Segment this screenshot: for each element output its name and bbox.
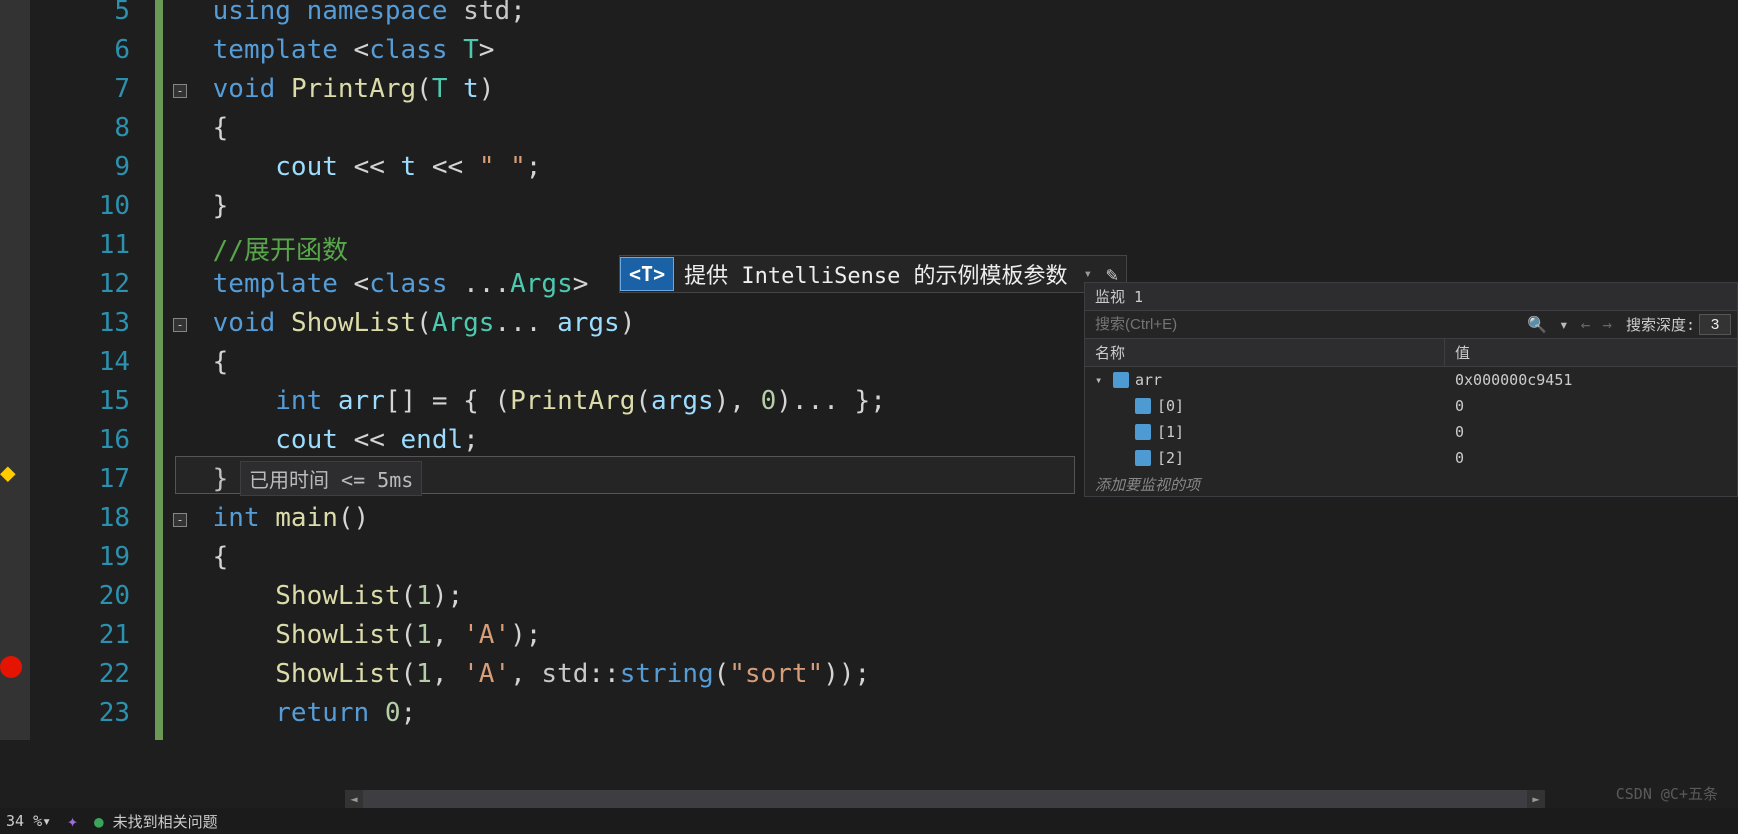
zoom-level[interactable]: 34 % ▾ bbox=[6, 812, 51, 830]
scroll-right-icon[interactable]: ► bbox=[1527, 790, 1545, 808]
fold-toggle-icon[interactable]: - bbox=[173, 84, 187, 98]
code-line[interactable]: ShowList(1); bbox=[197, 581, 463, 611]
watch-panel[interactable]: 监视 1 🔍 ▾ ← → 搜索深度: 名称 值 ▾ arr 0x000000c945… bbox=[1084, 282, 1738, 497]
line-number: 19 bbox=[30, 542, 130, 572]
line-number: 18 bbox=[30, 503, 130, 533]
nav-back-icon: ← bbox=[1575, 315, 1597, 334]
horizontal-scrollbar[interactable]: ◄ ► bbox=[345, 790, 1545, 808]
line-number: 20 bbox=[30, 581, 130, 611]
code-line[interactable]: cout << endl; bbox=[197, 425, 479, 455]
watch-panel-title: 监视 1 bbox=[1085, 283, 1737, 311]
line-number: 9 bbox=[30, 152, 130, 182]
code-line[interactable]: template <class T> bbox=[197, 35, 494, 65]
variable-icon bbox=[1113, 372, 1129, 388]
watch-search-input[interactable] bbox=[1091, 314, 1521, 335]
code-line[interactable]: int main() bbox=[197, 503, 369, 533]
search-depth-label: 搜索深度: bbox=[1626, 314, 1695, 335]
code-line[interactable]: void PrintArg(T t) bbox=[197, 74, 494, 104]
watch-var-name: arr bbox=[1135, 371, 1162, 389]
line-number: 22 bbox=[30, 659, 130, 689]
line-number: 10 bbox=[30, 191, 130, 221]
watch-var-value: 0 bbox=[1445, 421, 1737, 443]
variable-icon bbox=[1135, 398, 1151, 414]
expand-icon[interactable]: ▾ bbox=[1095, 373, 1109, 387]
nav-forward-icon: → bbox=[1596, 315, 1618, 334]
watch-col-value[interactable]: 值 bbox=[1445, 339, 1737, 366]
fold-toggle-icon[interactable]: - bbox=[173, 513, 187, 527]
code-line[interactable]: ShowList(1, 'A'); bbox=[197, 620, 541, 650]
search-depth-input[interactable] bbox=[1699, 314, 1731, 335]
code-line[interactable]: ShowList(1, 'A', std::string("sort")); bbox=[197, 659, 870, 689]
line-number: 6 bbox=[30, 35, 130, 65]
scroll-left-icon[interactable]: ◄ bbox=[345, 790, 363, 808]
breakpoint-icon[interactable] bbox=[0, 656, 22, 678]
line-number: 11 bbox=[30, 230, 130, 260]
line-number: 23 bbox=[30, 698, 130, 728]
watch-toolbar: 🔍 ▾ ← → 搜索深度: bbox=[1085, 311, 1737, 339]
watch-rows: ▾ arr 0x000000c9451 [0] 0 [1] 0 [2] 0 bbox=[1085, 367, 1737, 471]
execution-pointer-icon: ◆ bbox=[0, 458, 16, 488]
chevron-down-icon[interactable]: ▾ bbox=[1078, 266, 1098, 282]
breakpoint-margin[interactable]: ◆ bbox=[0, 0, 30, 740]
line-number: 14 bbox=[30, 347, 130, 377]
watch-var-value: 0x000000c9451 bbox=[1445, 369, 1737, 391]
line-number: 21 bbox=[30, 620, 130, 650]
code-line[interactable]: template <class ...Args> bbox=[197, 269, 588, 299]
line-number: 8 bbox=[30, 113, 130, 143]
watch-row[interactable]: [1] 0 bbox=[1085, 419, 1737, 445]
line-number-gutter: 5 6 7 8 9 10 11 12 13 14 15 16 17 18 19 20 21 22 23 bbox=[30, 0, 140, 740]
watch-col-name[interactable]: 名称 bbox=[1085, 339, 1445, 366]
issues-text[interactable]: 未找到相关问题 bbox=[113, 811, 218, 832]
code-line[interactable]: //展开函数 bbox=[197, 230, 348, 267]
code-line[interactable]: cout << t << " "; bbox=[197, 152, 541, 182]
code-line[interactable]: { bbox=[197, 113, 228, 143]
variable-icon bbox=[1135, 450, 1151, 466]
line-number: 16 bbox=[30, 425, 130, 455]
intellisense-template-hint[interactable]: <T> 提供 IntelliSense 的示例模板参数 ▾ ✎ bbox=[619, 255, 1127, 293]
change-indicator-bar bbox=[155, 0, 163, 740]
watch-var-value: 0 bbox=[1445, 447, 1737, 469]
line-number: 5 bbox=[30, 0, 130, 26]
code-line[interactable]: using namespace std; bbox=[197, 0, 526, 26]
watermark-text: CSDN @C+五条 bbox=[1616, 783, 1718, 804]
variable-icon bbox=[1135, 424, 1151, 440]
code-line[interactable]: int arr[] = { (PrintArg(args), 0)... }; bbox=[197, 386, 886, 416]
watch-add-prompt[interactable]: 添加要监视的项 bbox=[1085, 471, 1737, 498]
code-line[interactable]: void ShowList(Args... args) bbox=[197, 308, 635, 338]
code-line[interactable]: { bbox=[197, 542, 228, 572]
status-bar: 34 % ▾ ✦ ● 未找到相关问题 bbox=[0, 808, 1738, 834]
watch-var-name: [2] bbox=[1157, 449, 1184, 467]
code-line[interactable]: } bbox=[197, 191, 228, 221]
search-icon[interactable]: 🔍 bbox=[1521, 315, 1553, 334]
line-number: 13 bbox=[30, 308, 130, 338]
watch-var-name: [0] bbox=[1157, 397, 1184, 415]
code-line[interactable]: return 0; bbox=[197, 698, 416, 728]
code-line[interactable]: { bbox=[197, 347, 228, 377]
intellisense-hint-text: 提供 IntelliSense 的示例模板参数 bbox=[674, 258, 1077, 290]
line-number: 15 bbox=[30, 386, 130, 416]
performance-codelens[interactable]: 已用时间 <= 5ms bbox=[240, 461, 422, 496]
template-param-badge: <T> bbox=[620, 257, 674, 291]
watch-var-value: 0 bbox=[1445, 395, 1737, 417]
line-number: 12 bbox=[30, 269, 130, 299]
watch-row[interactable]: [2] 0 bbox=[1085, 445, 1737, 471]
line-number: 17 bbox=[30, 464, 130, 494]
watch-var-name: [1] bbox=[1157, 423, 1184, 441]
feedback-icon[interactable]: ✦ bbox=[67, 811, 78, 832]
watch-row[interactable]: [0] 0 bbox=[1085, 393, 1737, 419]
line-number: 7 bbox=[30, 74, 130, 104]
dropdown-icon[interactable]: ▾ bbox=[1553, 315, 1575, 334]
watch-column-headers: 名称 值 bbox=[1085, 339, 1737, 367]
watch-row[interactable]: ▾ arr 0x000000c9451 bbox=[1085, 367, 1737, 393]
fold-toggle-icon[interactable]: - bbox=[173, 318, 187, 332]
check-icon: ● bbox=[94, 812, 104, 831]
